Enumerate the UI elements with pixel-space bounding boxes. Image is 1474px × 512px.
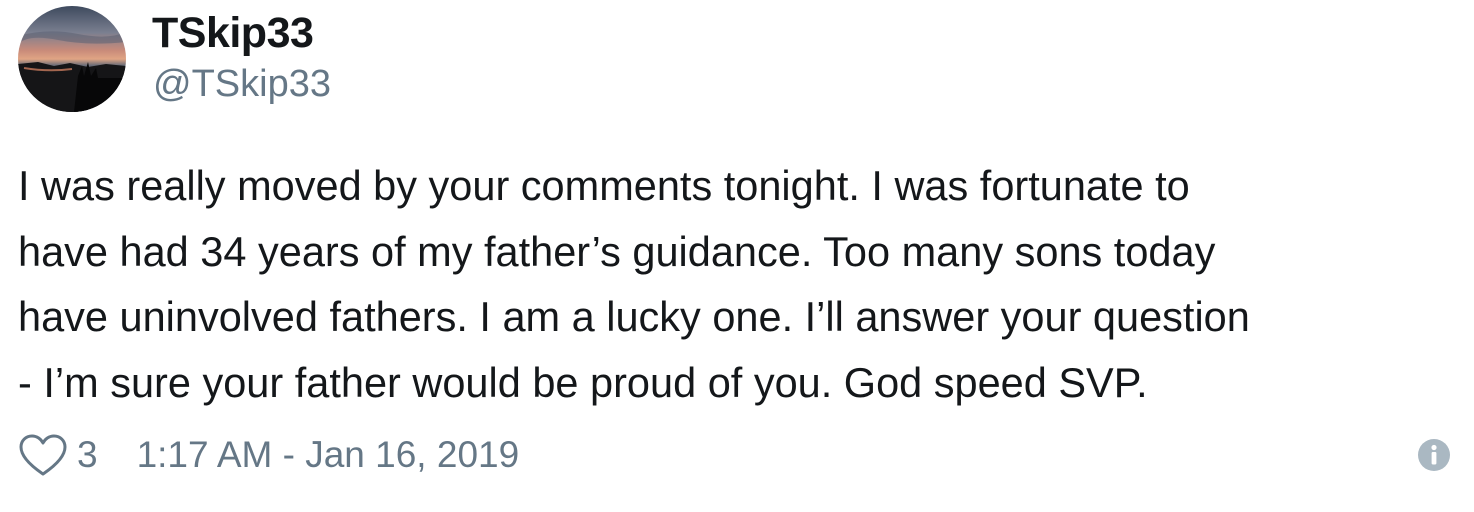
user-display-name[interactable]: TSkip33 [152, 6, 314, 60]
tweet-text-line: - I’m sure your father would be proud of… [18, 358, 1148, 406]
user-handle[interactable]: @TSkip33 [153, 59, 331, 109]
like-count: 3 [77, 434, 98, 475]
avatar-image [18, 6, 126, 112]
tweet-footer: 3 1:17 AM - Jan 16, 2019 [18, 428, 1458, 482]
tweet-text-line: I was really moved by your comments toni… [18, 162, 1190, 209]
avatar[interactable] [18, 6, 126, 112]
tweet-card: TSkip33 @TSkip33 I was really moved by y… [0, 0, 1474, 512]
tweet-timestamp[interactable]: 1:17 AM - Jan 16, 2019 [137, 434, 520, 476]
tweet-text: I was really moved by your comments toni… [18, 153, 1458, 415]
tweet-text-line: have had 34 years of my father’s guidanc… [18, 227, 1216, 275]
like-button[interactable]: 3 [18, 433, 98, 477]
info-icon[interactable] [1417, 438, 1451, 472]
heart-icon [18, 433, 68, 477]
tweet-text-line: have uninvolved fathers. I am a lucky on… [18, 293, 1250, 340]
